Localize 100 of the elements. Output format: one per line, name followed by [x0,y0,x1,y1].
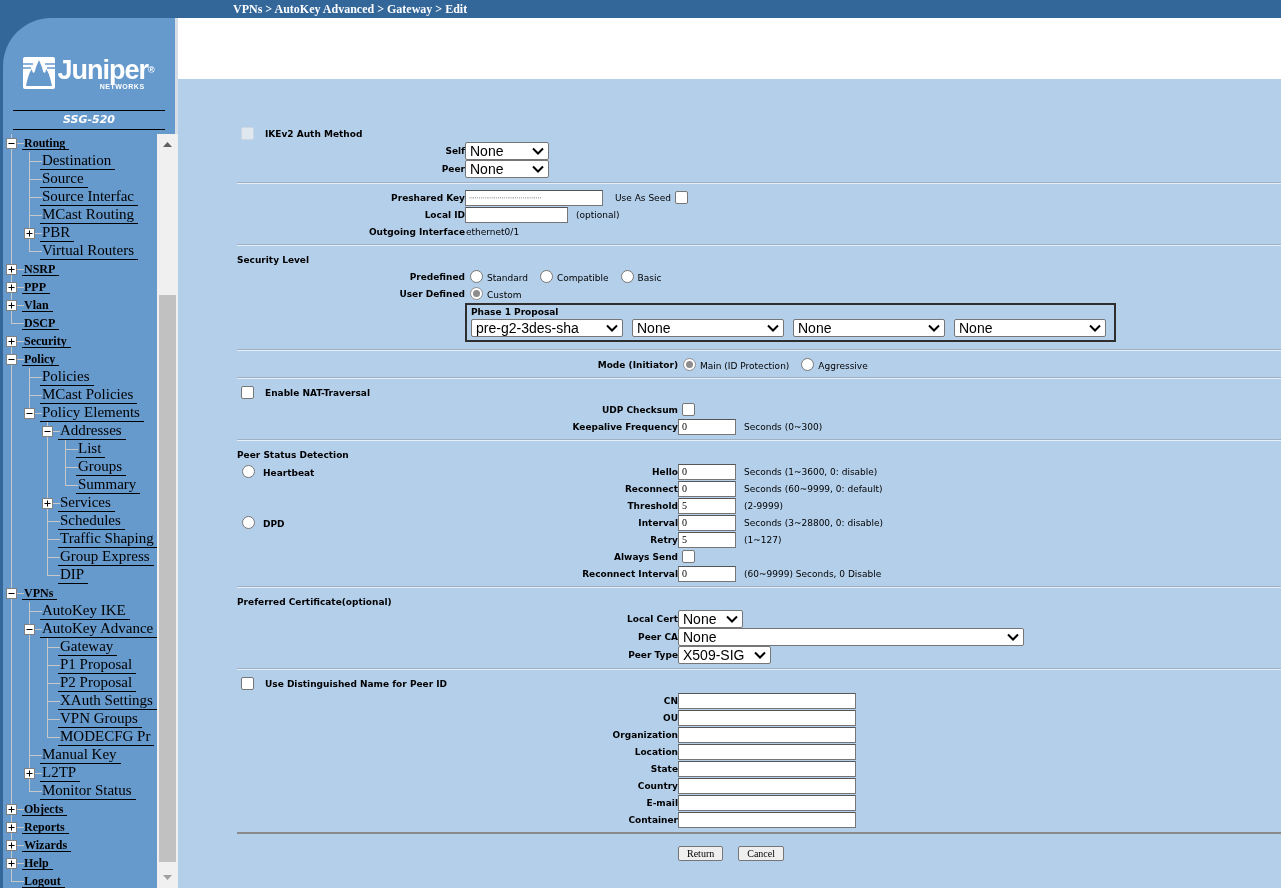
nav-link[interactable]: MCast Routing [40,206,139,224]
radio-button[interactable] [470,270,483,283]
action-button[interactable]: Cancel [738,846,784,861]
input-field[interactable] [678,709,856,726]
nav-link[interactable]: Policies [40,368,94,386]
nav-link[interactable]: PBR [40,224,75,242]
expand-icon[interactable] [6,839,17,851]
nav-link[interactable]: Help [22,856,53,870]
expand-icon[interactable] [6,335,17,347]
checkbox[interactable] [241,677,254,690]
scroll-up-icon[interactable] [163,142,172,147]
action-button[interactable]: Return [678,846,724,861]
radio-button[interactable] [242,516,255,529]
expand-icon[interactable] [24,227,35,239]
nav-link[interactable]: PPP [22,280,50,294]
nav-link[interactable]: NSRP [22,262,60,276]
radio-button[interactable] [539,270,553,283]
nav-link[interactable]: Security [22,334,71,348]
nav-link[interactable]: Manual Key [40,746,121,764]
nav-link[interactable]: Addresses [58,422,126,440]
input-field[interactable]: 0 [678,565,736,582]
dropdown[interactable]: X509-SIG [678,646,772,664]
nav-link[interactable]: AutoKey IKE [40,602,130,620]
nav-link[interactable]: XAuth Settings [58,692,157,710]
nav-link[interactable]: Reports [22,820,69,834]
radio-button[interactable] [801,358,815,371]
input-field[interactable]: 0 [678,418,736,435]
input-field[interactable]: 0 [678,463,736,480]
input-field[interactable]: 0 [678,480,736,497]
expand-icon[interactable] [6,281,17,293]
nav-link[interactable]: Destination [40,152,116,170]
dropdown[interactable]: None [465,160,549,178]
input-field[interactable] [678,743,856,760]
nav-link[interactable]: Wizards [22,838,72,852]
scrollbar[interactable] [157,134,178,888]
nav-link[interactable]: Monitor Status [40,782,136,800]
nav-link[interactable]: Policy Elements [40,404,144,422]
nav-link[interactable]: Source Interfac [40,188,139,206]
expand-icon[interactable] [6,857,17,869]
nav-link[interactable]: Groups [76,458,127,476]
dropdown[interactable]: None [465,142,549,160]
nav-link[interactable]: Policy [22,352,60,366]
scrollbar-thumb[interactable] [159,295,176,862]
collapse-icon[interactable] [6,587,17,599]
radio-button[interactable] [242,465,255,478]
nav-link[interactable]: Services [58,494,115,512]
checkbox[interactable] [682,550,695,563]
input-field[interactable] [678,726,856,743]
expand-icon[interactable] [6,299,17,311]
nav-link[interactable]: Schedules [58,512,125,530]
nav-link[interactable]: P2 Proposal [58,674,137,692]
checkbox[interactable] [241,386,254,399]
input-field[interactable] [465,206,568,223]
dropdown[interactable]: None [954,319,1106,337]
input-field[interactable] [678,811,856,828]
nav-link[interactable]: MODECFG Pr [58,728,155,746]
input-field[interactable] [678,794,856,811]
nav-link[interactable]: P1 Proposal [58,656,137,674]
input-field[interactable]: 5 [678,497,736,514]
nav-link[interactable]: Virtual Routers [40,242,138,260]
nav-link[interactable]: Source [40,170,88,188]
expand-icon[interactable] [6,803,17,815]
nav-link[interactable]: DSCP [22,316,60,330]
dropdown[interactable]: None [678,628,1024,646]
nav-link[interactable]: Gateway [58,638,118,656]
nav-link[interactable]: DIP [58,566,89,584]
radio-button[interactable] [683,358,696,371]
checkbox[interactable] [682,403,695,416]
collapse-icon[interactable] [42,425,53,437]
input-field[interactable] [678,692,856,709]
nav-link[interactable]: Vlan [22,298,53,312]
nav-link[interactable]: L2TP [40,764,81,782]
nav-link[interactable]: Group Express [58,548,154,566]
collapse-icon[interactable] [24,623,35,635]
collapse-icon[interactable] [24,407,35,419]
checkbox[interactable] [674,191,688,204]
expand-icon[interactable] [6,821,17,833]
nav-link[interactable]: MCast Policies [40,386,138,404]
dropdown[interactable]: None [678,610,744,628]
dropdown[interactable]: None [793,319,945,337]
expand-icon[interactable] [6,263,17,275]
collapse-icon[interactable] [6,353,17,365]
input-field[interactable] [678,760,856,777]
nav-link[interactable]: Logout [22,874,65,888]
input-field[interactable] [678,777,856,794]
nav-link[interactable]: Summary [76,476,141,494]
radio-button[interactable] [620,270,634,283]
nav-link[interactable]: Objects [22,802,68,816]
collapse-icon[interactable] [6,137,17,149]
nav-link[interactable]: VPNs [22,586,58,600]
dropdown[interactable]: pre-g2-3des-sha [471,319,623,337]
nav-link[interactable]: List [76,440,106,458]
radio-button[interactable] [470,287,483,300]
nav-link[interactable]: Routing [22,136,70,150]
input-field[interactable]: 5 [678,531,736,548]
input-field[interactable]: 0 [678,514,736,531]
expand-icon[interactable] [24,767,35,779]
nav-link[interactable]: VPN Groups [58,710,142,728]
expand-icon[interactable] [42,497,53,509]
dropdown[interactable]: None [632,319,784,337]
